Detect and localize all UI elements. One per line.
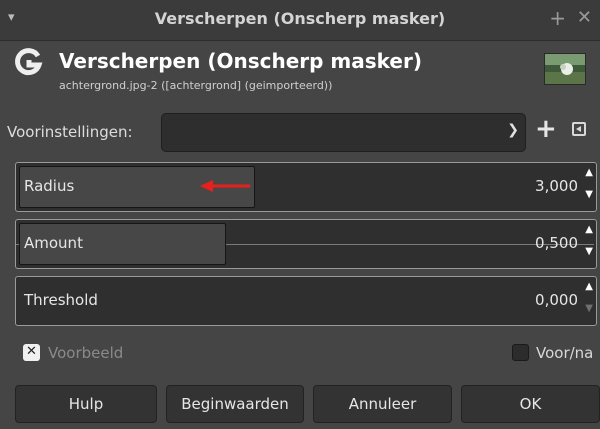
threshold-decrement-icon[interactable]: ▼ (585, 303, 593, 314)
window-title: Verscherpen (Onscherp masker) (154, 9, 446, 28)
preset-menu-icon[interactable] (572, 122, 586, 136)
help-button[interactable]: Hulp (15, 385, 157, 423)
threshold-value[interactable]: 0,000 (535, 291, 578, 309)
amount-value[interactable]: 0,500 (535, 234, 578, 252)
dialog-subtitle: achtergrond.jpg-2 ([achtergrond] (geimpo… (59, 79, 333, 92)
radius-spinscale[interactable]: Radius 3,000 ▲ ▼ (15, 162, 597, 212)
presets-row: Voorinstellingen: ❯ + (0, 110, 600, 156)
threshold-label: Threshold (24, 291, 98, 309)
radius-increment-icon[interactable]: ▲ (585, 167, 593, 178)
checkbox-checked-icon[interactable] (23, 344, 40, 361)
radius-decrement-icon[interactable]: ▼ (585, 189, 593, 200)
annotation-arrow (200, 180, 250, 192)
amount-increment-icon[interactable]: ▲ (585, 224, 593, 235)
presets-label: Voorinstellingen: (7, 123, 133, 141)
chevron-down-icon: ❯ (507, 122, 519, 138)
checkbox-unchecked-icon[interactable] (512, 344, 529, 361)
preview-label: Voorbeeld (48, 344, 124, 362)
add-preset-icon[interactable]: + (535, 114, 557, 144)
threshold-increment-icon[interactable]: ▲ (585, 281, 593, 292)
ok-button[interactable]: OK (461, 385, 600, 423)
dialog-title: Verscherpen (Onscherp masker) (59, 49, 422, 73)
amount-label: Amount (24, 234, 83, 252)
presets-combo[interactable]: ❯ (161, 113, 526, 152)
reset-button[interactable]: Beginwaarden (166, 385, 304, 423)
amount-spinscale[interactable]: Amount 0,500 ▲ ▼ (15, 219, 597, 269)
cancel-button[interactable]: Annuleer (313, 385, 452, 423)
dialog-header: Verscherpen (Onscherp masker) achtergron… (0, 41, 600, 103)
window-add-icon[interactable]: + (549, 6, 566, 30)
threshold-spinscale[interactable]: Threshold 0,000 ▲ ▼ (15, 276, 597, 326)
image-thumbnail (544, 53, 586, 85)
amount-decrement-icon[interactable]: ▼ (585, 246, 593, 257)
title-bar: ▾ Verscherpen (Onscherp masker) + ✕ (0, 0, 600, 41)
gimp-logo-icon (15, 48, 43, 76)
split-view-label: Voor/na (536, 344, 594, 362)
radius-value[interactable]: 3,000 (535, 177, 578, 195)
close-icon[interactable]: ✕ (577, 7, 592, 28)
radius-label: Radius (24, 177, 75, 195)
